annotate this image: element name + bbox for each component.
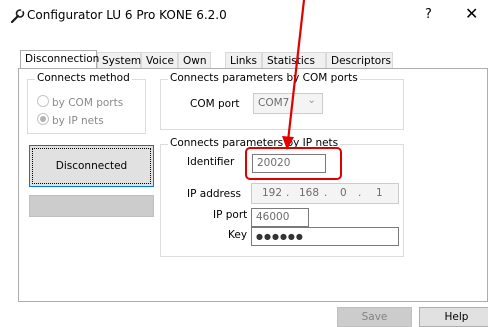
identifier-label: Identifier: [187, 156, 235, 168]
tab-voice[interactable]: Voice: [141, 52, 178, 68]
com-port-label: COM port: [190, 98, 240, 110]
tab-links[interactable]: Links: [225, 52, 262, 68]
disconnected-button[interactable]: Disconnected: [29, 145, 154, 187]
save-button[interactable]: Save: [337, 307, 412, 327]
com-port-select[interactable]: COM7 ⌄: [253, 93, 323, 114]
annotation-highlight-box: [245, 147, 342, 180]
com-params-label: Connects parameters by COM ports: [168, 72, 360, 84]
close-window-button[interactable]: ✕: [465, 4, 478, 23]
ip-octet: 0: [340, 187, 347, 199]
ip-address-input[interactable]: 192 . 168 . 0 . 1: [251, 183, 399, 204]
help-button[interactable]: Help: [419, 307, 488, 327]
connects-method-label: Connects method: [35, 72, 132, 84]
tab-statistics[interactable]: Statistics: [262, 52, 326, 68]
ip-octet: 1: [376, 187, 383, 199]
ip-octet: 192: [262, 187, 283, 199]
ip-address-label: IP address: [187, 188, 242, 200]
blank-button[interactable]: [29, 195, 154, 217]
window-title: Configurator LU 6 Pro KONE 6.2.0: [27, 8, 227, 22]
tab-own[interactable]: Own: [178, 52, 211, 68]
ip-dot: .: [358, 187, 362, 199]
disconnected-button-label: Disconnected: [55, 160, 128, 172]
com-port-value: COM7: [258, 97, 290, 109]
radio-by-ip-nets[interactable]: by IP nets: [37, 113, 104, 127]
tab-panel: Connects method by COM ports by IP nets …: [18, 68, 488, 302]
key-password-input[interactable]: ●●●●●●: [251, 227, 399, 246]
ip-octet: 168: [299, 187, 320, 199]
ip-port-label: IP port: [213, 209, 248, 221]
tab-system[interactable]: System: [97, 52, 141, 68]
radio-indicator: [37, 113, 49, 125]
ip-port-input[interactable]: 46000: [251, 208, 309, 227]
radio-label: by IP nets: [52, 115, 104, 127]
radio-indicator: [37, 95, 49, 107]
radio-label: by COM ports: [52, 97, 124, 109]
tab-descriptors[interactable]: Descriptors: [326, 52, 393, 68]
ip-dot: .: [286, 187, 290, 199]
ip-dot: .: [324, 187, 328, 199]
connects-method-group: Connects method by COM ports by IP nets: [27, 72, 146, 134]
chevron-down-icon: ⌄: [307, 94, 316, 106]
com-params-group: Connects parameters by COM ports COM por…: [160, 72, 404, 130]
tab-disconnection[interactable]: Disconnection: [20, 50, 99, 68]
help-context-button[interactable]: ?: [425, 7, 432, 22]
radio-by-com-ports[interactable]: by COM ports: [37, 95, 123, 109]
wrench-icon: [10, 8, 25, 24]
key-label: Key: [228, 229, 248, 241]
